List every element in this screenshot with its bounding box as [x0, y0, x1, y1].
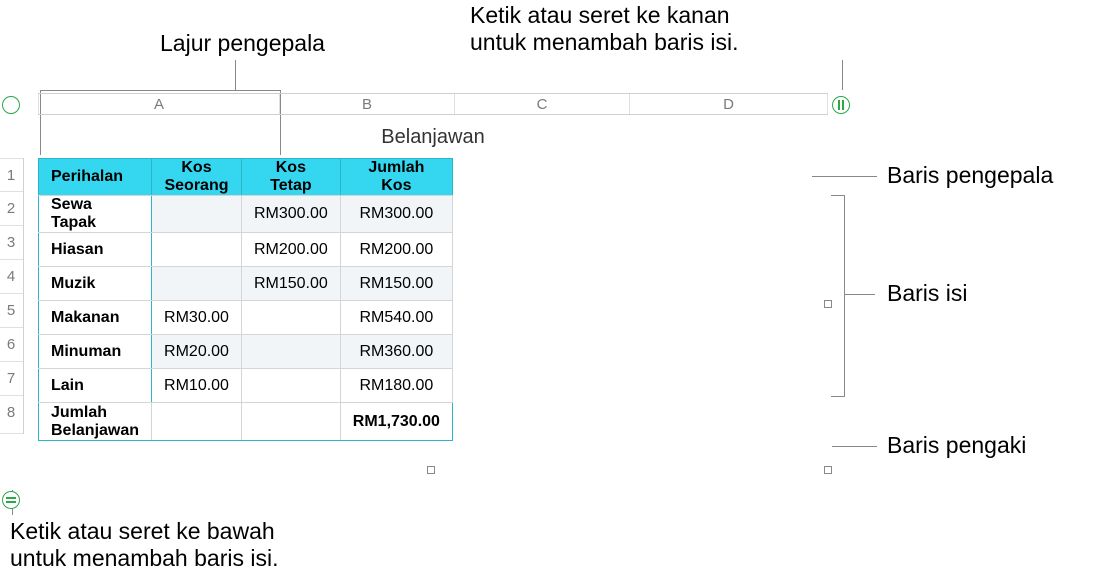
row-head-3[interactable]: 3	[0, 226, 23, 260]
leader-line	[832, 446, 877, 447]
cell[interactable]: RM360.00	[340, 335, 452, 369]
cell[interactable]	[241, 369, 340, 403]
row-head-4[interactable]: 4	[0, 260, 23, 294]
cell[interactable]: RM180.00	[340, 369, 452, 403]
cell[interactable]: RM300.00	[340, 196, 452, 233]
footer-row: Jumlah Belanjawan RM1,730.00	[39, 403, 453, 441]
leader-line	[845, 294, 875, 295]
footer-kos-tetap[interactable]	[241, 403, 340, 441]
selection-handle[interactable]	[427, 466, 435, 474]
cell[interactable]: RM540.00	[340, 301, 452, 335]
leader-line	[812, 176, 877, 177]
hdr-jumlah-kos[interactable]: Jumlah Kos	[340, 159, 452, 196]
column-head-b[interactable]: B	[280, 94, 455, 114]
cell[interactable]: Hiasan	[39, 233, 152, 267]
header-row: Perihalan Kos Seorang Kos Tetap Jumlah K…	[39, 159, 453, 196]
hdr-kos-tetap[interactable]: Kos Tetap	[241, 159, 340, 196]
cell[interactable]: RM10.00	[152, 369, 242, 403]
hdr-perihalan[interactable]: Perihalan	[39, 159, 152, 196]
callout-add-right-l1: Ketik atau seret ke kanan	[470, 2, 738, 29]
cell[interactable]	[152, 233, 242, 267]
selection-handle[interactable]	[824, 300, 832, 308]
row-head-5[interactable]: 5	[0, 294, 23, 328]
table-row: Makanan RM30.00 RM540.00	[39, 301, 453, 335]
callout-add-bottom-l2: untuk menambah baris isi.	[10, 545, 278, 572]
data-table: Perihalan Kos Seorang Kos Tetap Jumlah K…	[38, 158, 453, 441]
add-row-handle[interactable]	[2, 491, 20, 509]
callout-add-right-l2: untuk menambah baris isi.	[470, 29, 738, 56]
cell[interactable]: Lain	[39, 369, 152, 403]
table-row: Sewa Tapak RM300.00 RM300.00	[39, 196, 453, 233]
hdr-kos-seorang[interactable]: Kos Seorang	[152, 159, 242, 196]
cell[interactable]	[241, 301, 340, 335]
row-ruler: 1 2 3 4 5 6 7 8	[0, 158, 24, 434]
cell[interactable]: RM150.00	[241, 267, 340, 301]
table-row: Minuman RM20.00 RM360.00	[39, 335, 453, 369]
callout-header-column: Lajur pengepala	[160, 30, 325, 57]
cell[interactable]: RM150.00	[340, 267, 452, 301]
cell[interactable]: Sewa Tapak	[39, 196, 152, 233]
cell[interactable]: RM20.00	[152, 335, 242, 369]
footer-kos-seorang[interactable]	[152, 403, 242, 441]
cell[interactable]: RM30.00	[152, 301, 242, 335]
cell[interactable]: Muzik	[39, 267, 152, 301]
callout-add-bottom: Ketik atau seret ke bawah untuk menambah…	[10, 518, 278, 572]
callout-add-bottom-l1: Ketik atau seret ke bawah	[10, 518, 278, 545]
callout-add-right: Ketik atau seret ke kanan untuk menambah…	[470, 2, 738, 56]
cell[interactable]: Makanan	[39, 301, 152, 335]
callout-footer-row: Baris pengaki	[887, 432, 1026, 459]
cell[interactable]: RM200.00	[340, 233, 452, 267]
cell[interactable]	[152, 196, 242, 233]
table-title[interactable]: Belanjawan	[38, 126, 828, 149]
table-handle-origin[interactable]	[2, 96, 20, 114]
row-head-7[interactable]: 7	[0, 362, 23, 396]
cell[interactable]	[152, 267, 242, 301]
row-head-1[interactable]: 1	[0, 158, 23, 192]
row-head-2[interactable]: 2	[0, 192, 23, 226]
column-head-a[interactable]: A	[38, 94, 280, 114]
row-head-8[interactable]: 8	[0, 396, 23, 434]
cell[interactable]: RM200.00	[241, 233, 340, 267]
footer-perihalan[interactable]: Jumlah Belanjawan	[39, 403, 152, 441]
table-row: Hiasan RM200.00 RM200.00	[39, 233, 453, 267]
column-head-c[interactable]: C	[455, 94, 630, 114]
column-ruler: A B C D	[38, 93, 828, 115]
leader-line	[40, 90, 280, 91]
callout-body-rows: Baris isi	[887, 280, 968, 307]
table-row: Muzik RM150.00 RM150.00	[39, 267, 453, 301]
cell[interactable]: Minuman	[39, 335, 152, 369]
row-head-6[interactable]: 6	[0, 328, 23, 362]
add-column-handle[interactable]	[832, 96, 850, 114]
column-head-d[interactable]: D	[630, 94, 828, 114]
footer-jumlah-kos[interactable]: RM1,730.00	[340, 403, 452, 441]
table-row: Lain RM10.00 RM180.00	[39, 369, 453, 403]
leader-line	[842, 60, 843, 90]
selection-handle[interactable]	[824, 466, 832, 474]
callout-header-row: Baris pengepala	[887, 162, 1053, 189]
bracket-line	[831, 195, 845, 397]
cell[interactable]	[241, 335, 340, 369]
cell[interactable]: RM300.00	[241, 196, 340, 233]
leader-line	[235, 60, 236, 90]
